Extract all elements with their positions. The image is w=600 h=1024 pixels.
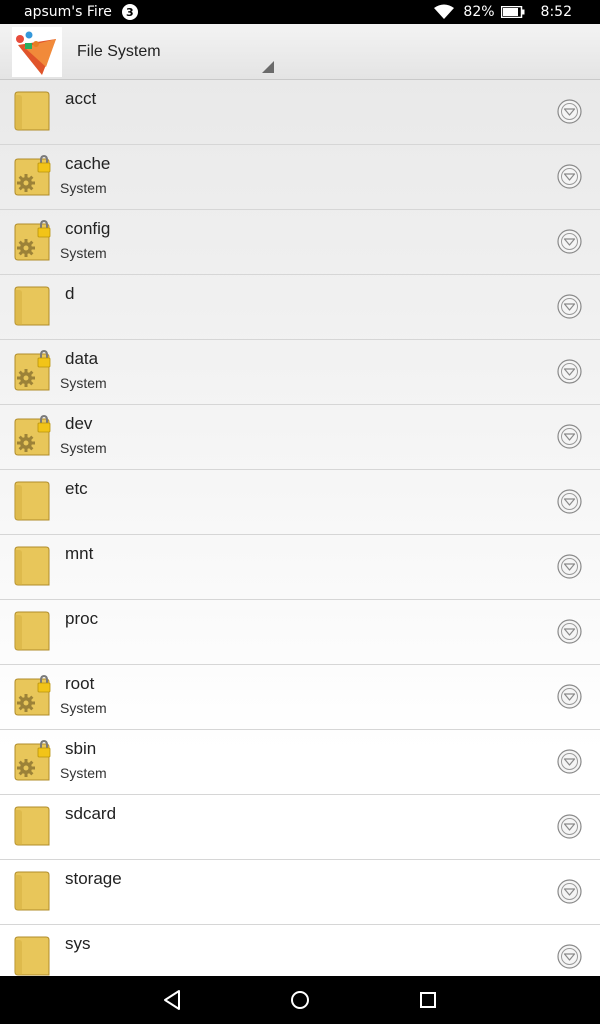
system-folder-lock-icon [12, 415, 52, 457]
file-name: sbin [65, 739, 97, 758]
folder-icon [12, 935, 52, 976]
row-menu-icon[interactable] [557, 489, 582, 514]
list-item[interactable]: data System [0, 340, 600, 405]
list-item[interactable]: storage [0, 860, 600, 925]
folder-icon [12, 610, 52, 652]
file-name: data [65, 349, 99, 368]
row-menu-icon[interactable] [557, 749, 582, 774]
row-menu-icon[interactable] [557, 294, 582, 319]
list-item[interactable]: proc [0, 600, 600, 665]
file-subtitle: System [60, 375, 107, 391]
list-item[interactable]: root System [0, 665, 600, 730]
file-name: sys [65, 934, 91, 953]
dropdown-indicator-icon[interactable] [262, 61, 274, 73]
system-folder-lock-icon [12, 155, 52, 197]
folder-icon [12, 805, 52, 847]
file-subtitle: System [60, 765, 107, 781]
row-menu-icon[interactable] [557, 944, 582, 969]
status-bar: apsum's Fire 3 82% 8:52 [0, 0, 600, 24]
file-name: root [65, 674, 95, 693]
file-name: mnt [65, 544, 94, 563]
row-menu-icon[interactable] [557, 229, 582, 254]
file-name: dev [65, 414, 93, 433]
list-item[interactable]: etc [0, 470, 600, 535]
file-subtitle: System [60, 180, 107, 196]
wifi-icon [434, 4, 455, 19]
file-name: config [65, 219, 111, 238]
list-item[interactable]: sys [0, 925, 600, 976]
row-menu-icon[interactable] [557, 814, 582, 839]
list-item[interactable]: mnt [0, 535, 600, 600]
system-folder-lock-icon [12, 350, 52, 392]
list-item[interactable]: acct [0, 80, 600, 145]
row-menu-icon[interactable] [557, 359, 582, 384]
file-subtitle: System [60, 245, 107, 261]
list-item[interactable]: sdcard [0, 795, 600, 860]
app-logo-icon[interactable] [12, 26, 62, 77]
row-menu-icon[interactable] [557, 879, 582, 904]
app-bar: File System [0, 24, 600, 81]
app-title[interactable]: File System [77, 43, 161, 61]
file-name: proc [65, 609, 99, 628]
file-name: acct [65, 89, 97, 108]
file-name: cache [65, 154, 111, 173]
row-menu-icon[interactable] [557, 164, 582, 189]
folder-icon [12, 480, 52, 522]
list-item[interactable]: cache System [0, 145, 600, 210]
list-item[interactable]: dev System [0, 405, 600, 470]
file-subtitle: System [60, 440, 107, 456]
system-folder-lock-icon [12, 740, 52, 782]
system-folder-lock-icon [12, 220, 52, 262]
home-icon[interactable] [288, 988, 312, 1012]
clock: 8:52 [540, 4, 572, 20]
list-item[interactable]: config System [0, 210, 600, 275]
back-icon[interactable] [160, 988, 184, 1012]
folder-icon [12, 285, 52, 327]
system-folder-lock-icon [12, 675, 52, 717]
battery-icon [500, 6, 525, 18]
row-menu-icon[interactable] [557, 684, 582, 709]
list-item[interactable]: sbin System [0, 730, 600, 795]
row-menu-icon[interactable] [557, 424, 582, 449]
folder-icon [12, 545, 52, 587]
folder-icon [12, 90, 52, 132]
file-subtitle: System [60, 700, 107, 716]
list-item[interactable]: d [0, 275, 600, 340]
file-list: acct cache System config System d data S… [0, 80, 600, 976]
row-menu-icon[interactable] [557, 99, 582, 124]
device-name: apsum's Fire [24, 4, 112, 20]
notification-count-badge: 3 [121, 4, 138, 20]
row-menu-icon[interactable] [557, 554, 582, 579]
battery-percentage: 82% [463, 4, 495, 20]
navigation-bar [0, 976, 600, 1024]
file-name: storage [65, 869, 122, 888]
folder-icon [12, 870, 52, 912]
file-name: etc [65, 479, 88, 498]
recent-apps-icon[interactable] [416, 988, 440, 1012]
row-menu-icon[interactable] [557, 619, 582, 644]
file-name: sdcard [65, 804, 117, 823]
file-name: d [65, 284, 75, 303]
